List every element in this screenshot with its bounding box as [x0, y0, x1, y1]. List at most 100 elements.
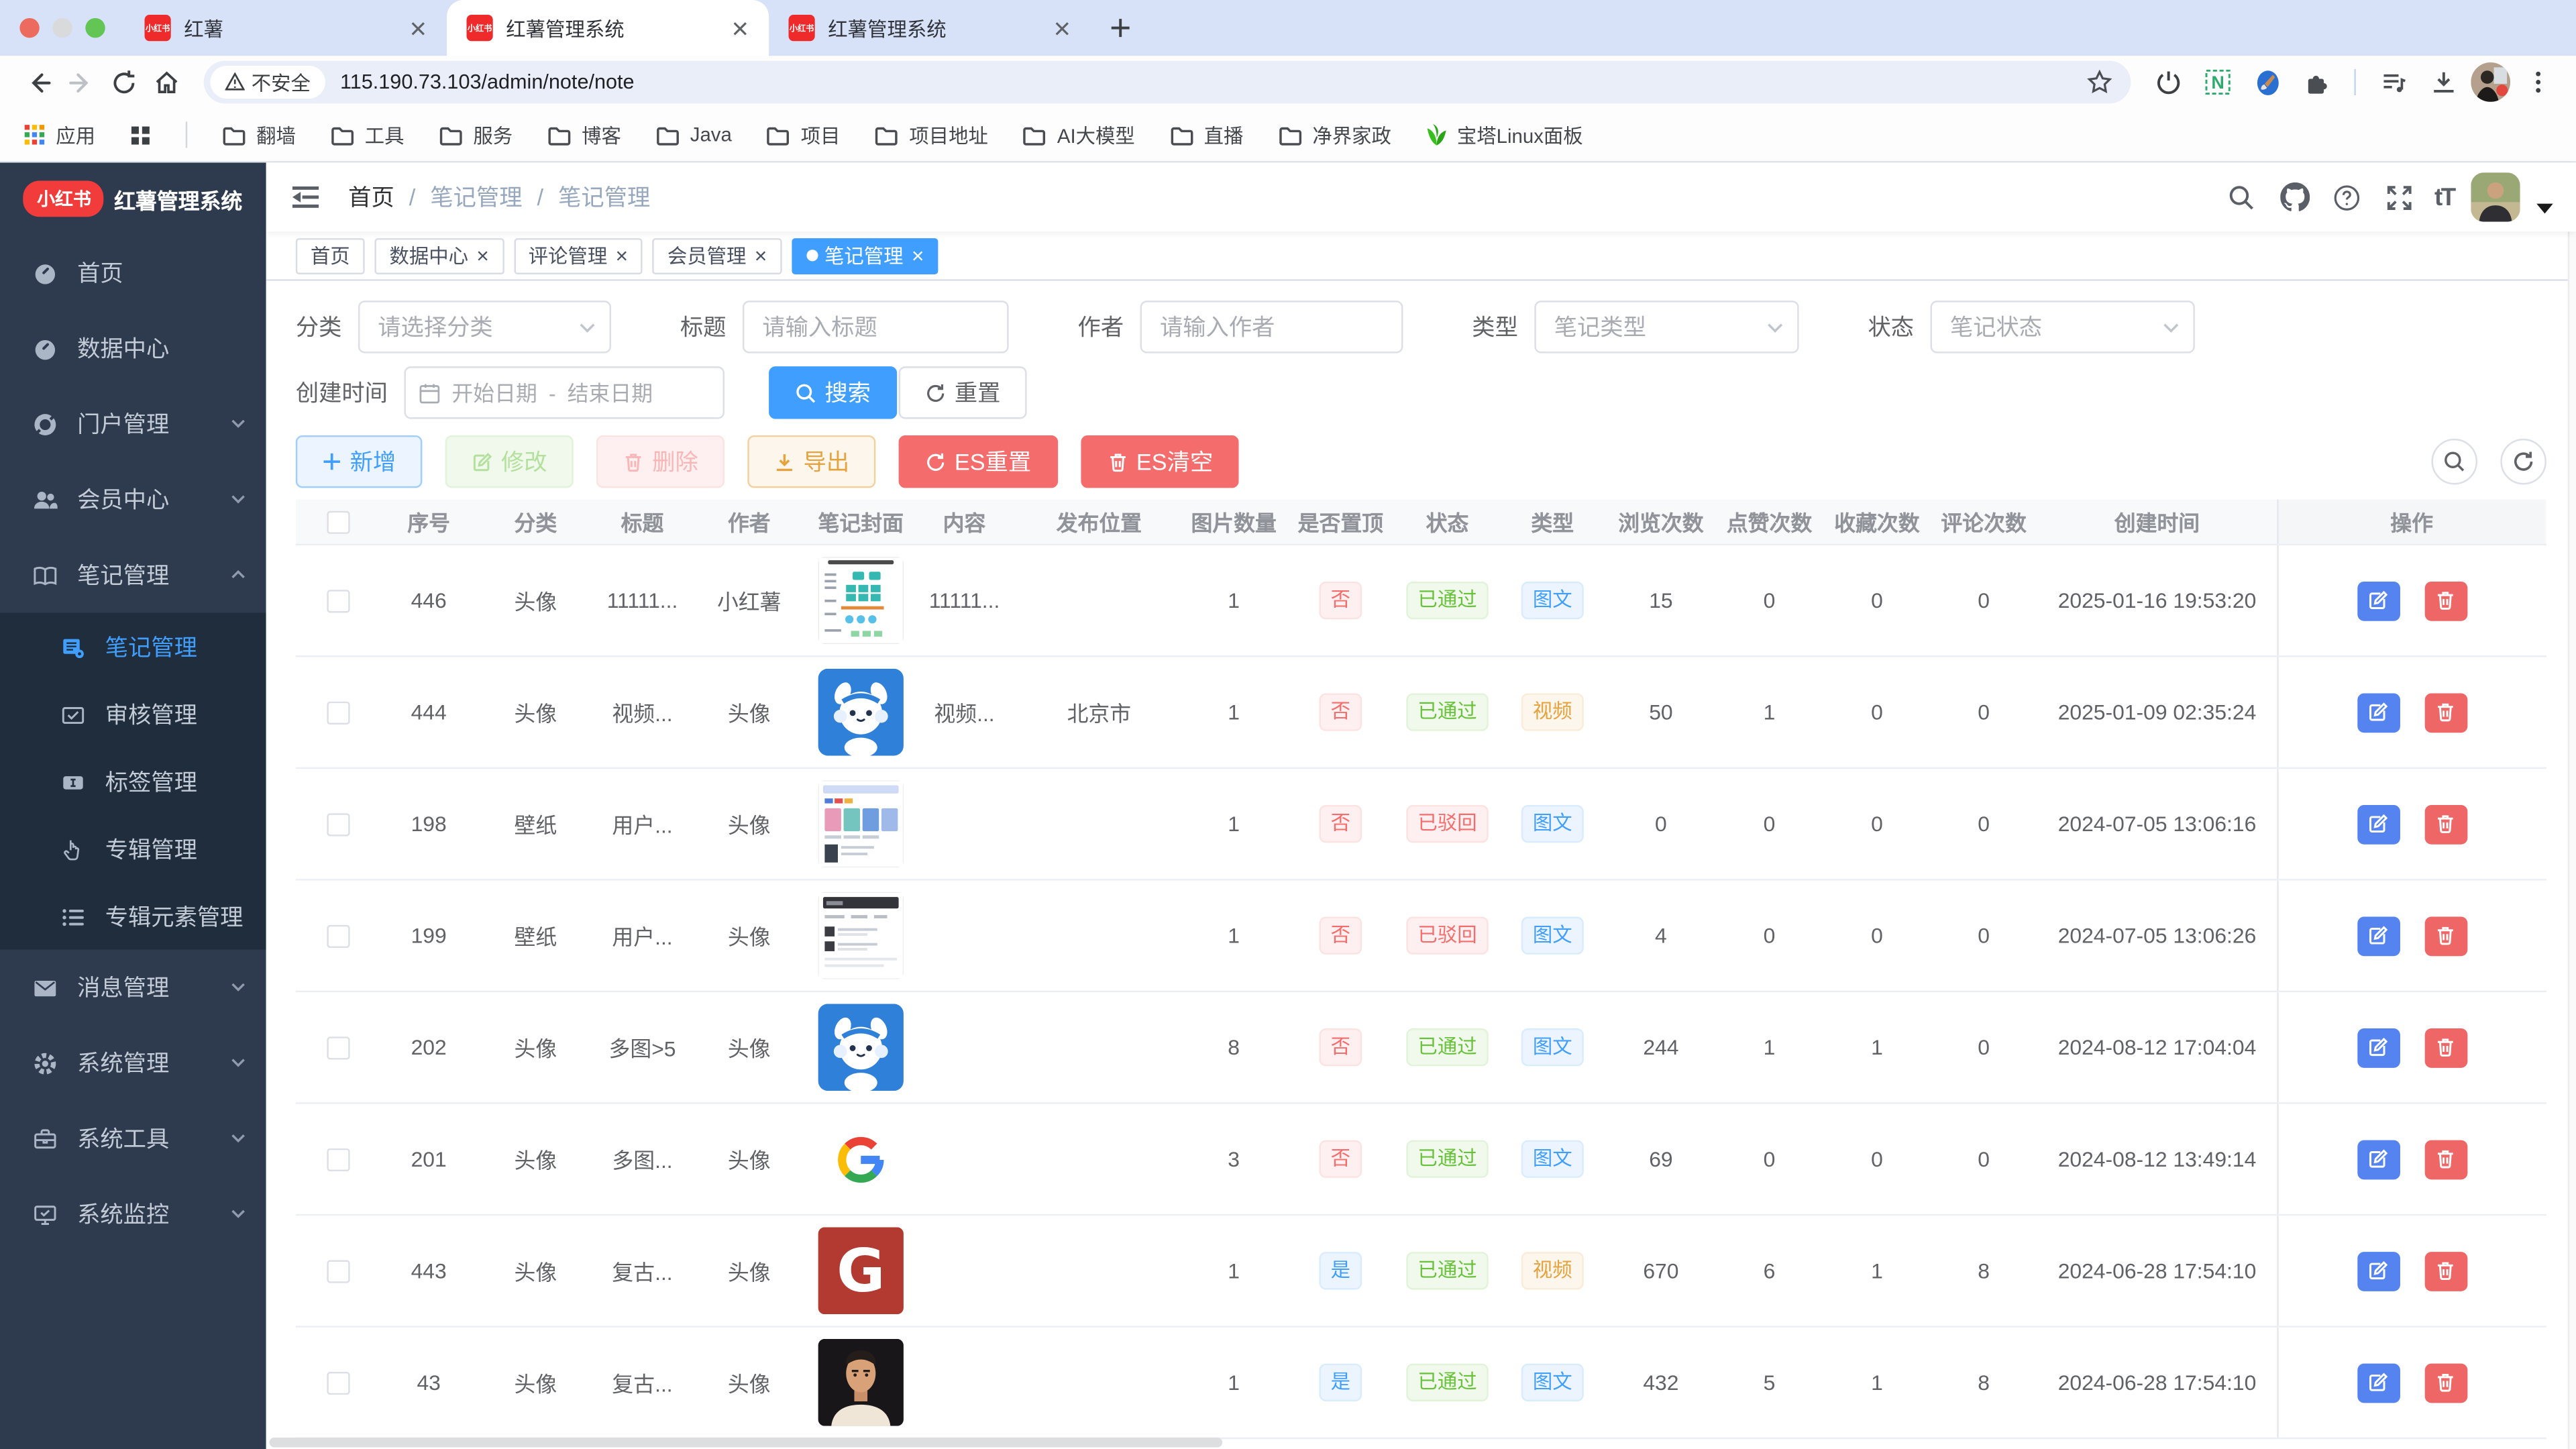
font-size-icon[interactable]: tT: [2434, 183, 2455, 211]
security-chip[interactable]: 不安全: [210, 66, 325, 99]
vertical-scrollbar[interactable]: [2568, 162, 2576, 1449]
sidebar-item-数据中心[interactable]: 数据中心: [0, 311, 266, 386]
delete-button[interactable]: [2424, 581, 2467, 621]
edit-button[interactable]: [2357, 1362, 2400, 1402]
es-reset-button[interactable]: ES重置: [899, 435, 1058, 488]
edit-button[interactable]: [2357, 804, 2400, 844]
back-button[interactable]: [16, 61, 59, 104]
row-checkbox[interactable]: [327, 1259, 350, 1282]
close-icon[interactable]: ×: [476, 245, 489, 266]
bookmark-star-icon[interactable]: [2078, 61, 2121, 104]
add-button[interactable]: 新增: [296, 435, 423, 488]
sidebar-item-系统监控[interactable]: 系统监控: [0, 1176, 266, 1252]
bookmark-item-应用[interactable]: 应用: [23, 121, 95, 149]
edit-button[interactable]: [2357, 692, 2400, 732]
browser-tab-2[interactable]: 小红书红薯管理系统: [769, 0, 1091, 56]
new-tab-button[interactable]: [1097, 5, 1144, 51]
breadcrumb-notes[interactable]: 笔记管理: [430, 180, 522, 213]
row-checkbox[interactable]: [327, 700, 350, 723]
bookmark-item-直播[interactable]: 直播: [1169, 121, 1243, 149]
row-checkbox[interactable]: [327, 1371, 350, 1394]
breadcrumb-home[interactable]: 首页: [348, 180, 394, 213]
sidebar-subitem-审核管理[interactable]: 审核管理: [0, 680, 266, 747]
bookmark-item-翻墙[interactable]: 翻墙: [222, 121, 296, 149]
row-checkbox[interactable]: [327, 1148, 350, 1171]
browser-tab-1[interactable]: 小红书红薯管理系统: [447, 0, 769, 56]
github-icon[interactable]: [2277, 179, 2313, 215]
edit-button-toolbar[interactable]: 修改: [445, 435, 574, 488]
edit-button[interactable]: [2357, 1251, 2400, 1291]
sidebar-item-首页[interactable]: 首页: [0, 235, 266, 311]
delete-button[interactable]: [2424, 1028, 2467, 1067]
tag-评论管理[interactable]: 评论管理×: [514, 237, 643, 274]
close-icon[interactable]: ×: [755, 245, 767, 266]
window-minimize-button[interactable]: [52, 18, 72, 38]
search-button[interactable]: 搜索: [769, 366, 897, 419]
sidebar-item-门户管理[interactable]: 门户管理: [0, 386, 266, 462]
delete-button[interactable]: [2424, 1362, 2467, 1402]
delete-button[interactable]: [2424, 1251, 2467, 1291]
category-filter-select[interactable]: [358, 301, 611, 353]
tag-笔记管理[interactable]: 笔记管理×: [792, 237, 938, 274]
media-queue-icon[interactable]: [2372, 61, 2415, 104]
author-filter-input[interactable]: [1142, 314, 1401, 340]
select-all-checkbox[interactable]: [327, 510, 350, 533]
delete-button[interactable]: [2424, 1139, 2467, 1179]
bookmark-item-净界家政[interactable]: 净界家政: [1278, 121, 1391, 149]
browser-menu-icon[interactable]: [2517, 61, 2560, 104]
delete-button[interactable]: [2424, 804, 2467, 844]
row-checkbox[interactable]: [327, 812, 350, 835]
tab-close-icon[interactable]: [726, 15, 752, 41]
home-button[interactable]: [145, 61, 188, 104]
bookmark-item-grid[interactable]: [130, 124, 152, 146]
edit-button[interactable]: [2357, 1139, 2400, 1179]
sidebar-subitem-专辑管理[interactable]: 专辑管理: [0, 815, 266, 882]
downloads-icon[interactable]: [2422, 61, 2465, 104]
bookmark-item-工具[interactable]: 工具: [330, 121, 404, 149]
refresh-table-button[interactable]: [2500, 439, 2546, 485]
power-extension-icon[interactable]: [2147, 61, 2190, 104]
bookmark-item-项目[interactable]: 项目: [766, 121, 840, 149]
category-filter-input[interactable]: [360, 314, 609, 340]
tag-首页[interactable]: 首页: [296, 237, 365, 274]
close-icon[interactable]: ×: [912, 245, 924, 266]
es-clear-button[interactable]: ES清空: [1081, 435, 1240, 488]
sidebar-item-系统工具[interactable]: 系统工具: [0, 1101, 266, 1177]
delete-button[interactable]: [2424, 692, 2467, 732]
brush-extension-icon[interactable]: [2246, 61, 2289, 104]
bookmark-item-Java[interactable]: Java: [655, 123, 732, 146]
edit-button[interactable]: [2357, 916, 2400, 955]
export-button[interactable]: 导出: [747, 435, 875, 488]
row-checkbox[interactable]: [327, 924, 350, 947]
delete-button[interactable]: [2424, 916, 2467, 955]
bookmark-item-项目地址[interactable]: 项目地址: [875, 121, 988, 149]
show-search-toggle-button[interactable]: [2431, 439, 2477, 485]
row-checkbox[interactable]: [327, 589, 350, 612]
close-icon[interactable]: ×: [615, 245, 628, 266]
sidebar-item-消息管理[interactable]: 消息管理: [0, 950, 266, 1026]
tab-close-icon[interactable]: [404, 15, 430, 41]
sidebar-subitem-笔记管理[interactable]: 笔记管理: [0, 612, 266, 680]
reload-button[interactable]: [102, 61, 145, 104]
title-filter-input[interactable]: [744, 314, 1007, 340]
window-zoom-button[interactable]: [85, 18, 105, 38]
sidebar-subitem-标签管理[interactable]: 标签管理: [0, 747, 266, 814]
window-close-button[interactable]: [19, 18, 39, 38]
date-range-picker[interactable]: -: [404, 366, 724, 419]
sidebar-item-会员中心[interactable]: 会员中心: [0, 462, 266, 537]
date-start-input[interactable]: [447, 380, 542, 405]
browser-profile-avatar[interactable]: [2471, 62, 2510, 102]
bookmark-item-服务[interactable]: 服务: [439, 121, 513, 149]
sidebar-subitem-专辑元素管理[interactable]: 专辑元素管理: [0, 882, 266, 949]
delete-button-toolbar[interactable]: 删除: [596, 435, 724, 488]
fullscreen-icon[interactable]: [2382, 179, 2418, 215]
tag-会员管理[interactable]: 会员管理×: [653, 237, 782, 274]
extensions-puzzle-icon[interactable]: [2295, 61, 2338, 104]
tag-数据中心[interactable]: 数据中心×: [374, 237, 504, 274]
user-menu-caret-icon[interactable]: [2536, 204, 2553, 214]
user-avatar[interactable]: [2471, 172, 2520, 221]
type-filter-select[interactable]: [1534, 301, 1799, 353]
sidebar-item-系统管理[interactable]: 系统管理: [0, 1025, 266, 1101]
browser-tab-0[interactable]: 小红书红薯: [125, 0, 447, 56]
header-search-icon[interactable]: [2224, 179, 2260, 215]
